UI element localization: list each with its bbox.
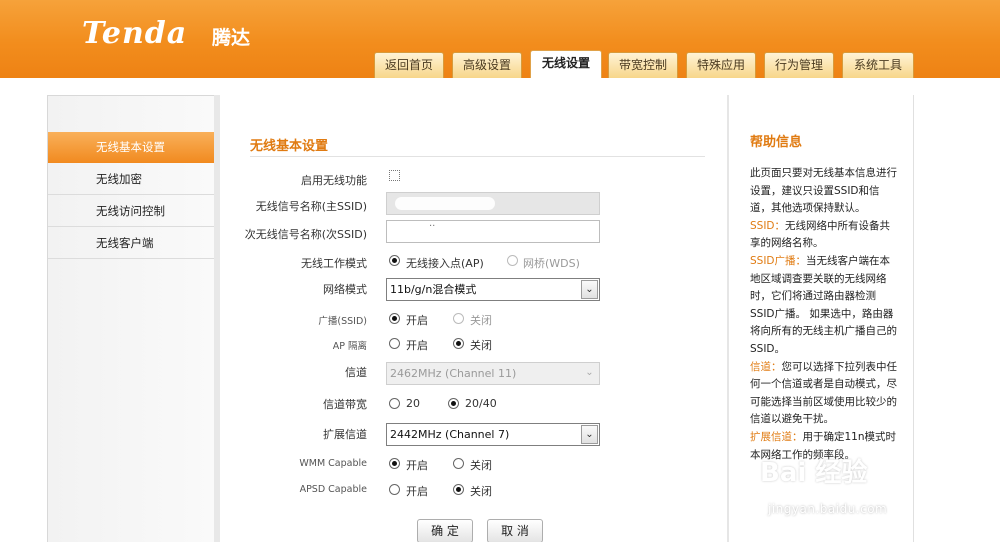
mode-wds-label: 网桥(WDS): [523, 257, 580, 270]
wmm-off-label: 关闭: [470, 459, 492, 472]
help-intro: 此页面只要对无线基本信息进行设置，建议只设置SSID和信道，其他选项保持默认。: [750, 167, 897, 215]
tab-system-tools[interactable]: 系统工具: [842, 52, 914, 78]
ap-isolation-off-label: 关闭: [470, 339, 492, 352]
broadcast-off-label: 关闭: [470, 314, 492, 327]
bandwidth-2040-label: 20/40: [465, 397, 497, 410]
top-header: Tenda 腾达 返回首页 高级设置 无线设置 带宽控制 特殊应用 行为管理 系…: [0, 0, 1000, 78]
bandwidth-20-radio[interactable]: [389, 398, 400, 409]
tab-home[interactable]: 返回首页: [374, 52, 444, 78]
ssid-input[interactable]: [386, 192, 600, 215]
help-channel-term: 信道：: [750, 360, 782, 373]
tab-advanced[interactable]: 高级设置: [452, 52, 522, 78]
wmm-on-label: 开启: [406, 459, 428, 472]
wmm-label: WMM Capable: [299, 458, 367, 469]
chevron-down-icon: ⌄: [581, 280, 598, 299]
ext-channel-select[interactable]: 2442MHz (Channel 7) ⌄: [386, 423, 600, 446]
channel-value: 2462MHz (Channel 11): [390, 367, 517, 380]
ap-isolation-off-radio[interactable]: [453, 338, 464, 349]
divider: [913, 95, 914, 542]
ssid2-label: 次无线信号名称(次SSID): [244, 228, 367, 241]
chevron-down-icon: ⌄: [585, 367, 594, 378]
help-broadcast-term: SSID广播：: [750, 254, 807, 267]
broadcast-on-radio[interactable]: [389, 313, 400, 324]
apsd-label: APSD Capable: [299, 484, 367, 495]
cancel-button[interactable]: 取 消: [487, 519, 543, 542]
section-title: 无线基本设置: [250, 139, 329, 154]
bandwidth-2040-radio[interactable]: [448, 398, 459, 409]
sidebar: 无线基本设置 无线加密 无线访问控制 无线客户端: [47, 95, 215, 542]
bandwidth-label: 信道带宽: [323, 398, 367, 411]
help-broadcast-text: 当无线客户端在本地区域调查要关联的无线网络时，它们将通过路由器检测SSID广播。…: [750, 254, 897, 355]
tenda-logo-cn: 腾达: [212, 27, 251, 49]
apsd-off-radio[interactable]: [453, 484, 464, 495]
help-title: 帮助信息: [750, 135, 803, 150]
mode-ap-radio[interactable]: [389, 255, 400, 266]
ap-isolation-on-label: 开启: [406, 339, 428, 352]
ext-channel-value: 2442MHz (Channel 7): [390, 428, 510, 441]
help-ext-term: 扩展信道：: [750, 430, 803, 443]
section-divider: [250, 156, 705, 157]
channel-select[interactable]: 2462MHz (Channel 11) ⌄: [386, 362, 600, 385]
broadcast-on-label: 开启: [406, 314, 428, 327]
network-mode-select[interactable]: 11b/g/n混合模式 ⌄: [386, 278, 600, 301]
ap-isolation-label: AP 隔离: [332, 341, 367, 352]
baidu-watermark-url: jingyan.baidu.com: [768, 502, 888, 516]
ok-button[interactable]: 确 定: [417, 519, 473, 542]
channel-label: 信道: [345, 366, 367, 379]
help-text: 此页面只要对无线基本信息进行设置，建议只设置SSID和信道，其他选项保持默认。 …: [750, 165, 900, 464]
network-mode-label: 网络模式: [323, 283, 367, 296]
apsd-on-radio[interactable]: [389, 484, 400, 495]
divider: [727, 95, 729, 542]
apsd-on-label: 开启: [406, 485, 428, 498]
mode-wds-radio[interactable]: [507, 255, 518, 266]
tab-bandwidth[interactable]: 带宽控制: [608, 52, 678, 78]
sidebar-item-clients[interactable]: 无线客户端: [48, 228, 215, 259]
baidu-watermark: Bai 经验: [760, 458, 868, 488]
enable-wireless-checkbox[interactable]: [389, 170, 400, 181]
ssid-label: 无线信号名称(主SSID): [255, 200, 367, 213]
broadcast-off-radio[interactable]: [453, 313, 464, 324]
wireless-mode-label: 无线工作模式: [301, 257, 367, 270]
tenda-logo: Tenda: [82, 16, 188, 51]
chevron-down-icon: ⌄: [581, 425, 598, 444]
apsd-off-label: 关闭: [470, 485, 492, 498]
ap-isolation-on-radio[interactable]: [389, 338, 400, 349]
tab-behavior[interactable]: 行为管理: [764, 52, 834, 78]
bandwidth-20-label: 20: [406, 397, 420, 410]
network-mode-value: 11b/g/n混合模式: [390, 283, 477, 296]
ext-channel-label: 扩展信道: [323, 428, 367, 441]
sidebar-item-wireless-basic[interactable]: 无线基本设置: [48, 132, 215, 163]
help-ssid-term: SSID：: [750, 219, 786, 232]
wmm-off-radio[interactable]: [453, 458, 464, 469]
broadcast-label: 广播(SSID): [318, 316, 367, 327]
sidebar-item-wireless-security[interactable]: 无线加密: [48, 164, 215, 195]
wmm-on-radio[interactable]: [389, 458, 400, 469]
tab-wireless[interactable]: 无线设置: [530, 50, 602, 78]
enable-wireless-label: 启用无线功能: [301, 174, 367, 187]
sidebar-item-access-control[interactable]: 无线访问控制: [48, 196, 215, 227]
ssid2-input[interactable]: ··: [386, 220, 600, 243]
tab-special-apps[interactable]: 特殊应用: [686, 52, 756, 78]
mode-ap-label: 无线接入点(AP): [406, 257, 484, 270]
